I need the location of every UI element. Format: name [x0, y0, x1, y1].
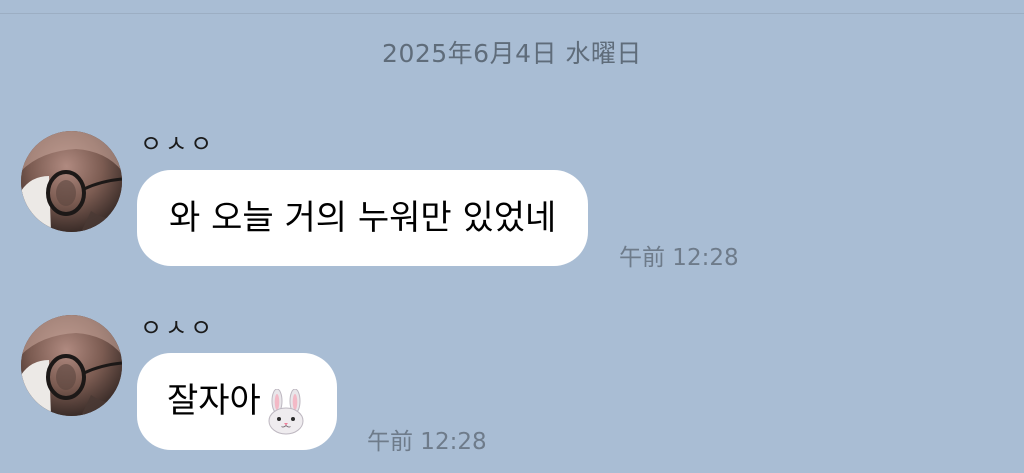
message-text: 와 오늘 거의 누워만 있었네	[169, 198, 557, 238]
top-divider	[0, 0, 1024, 14]
sender-avatar[interactable]	[21, 131, 122, 232]
message-timestamp: 午前 12:28	[619, 245, 739, 271]
sender-avatar[interactable]	[21, 315, 122, 416]
avatar-photo-icon	[21, 315, 122, 416]
avatar-photo-icon	[21, 131, 122, 232]
sender-name: ㅇㅅㅇ	[140, 314, 216, 342]
message-bubble[interactable]: 잘자아	[137, 353, 337, 450]
message-text: 잘자아	[167, 381, 261, 421]
message-bubble[interactable]: 와 오늘 거의 누워만 있었네	[137, 170, 589, 266]
message-timestamp: 午前 12:28	[367, 429, 487, 455]
rabbit-face-icon	[265, 376, 307, 434]
sender-name: ㅇㅅㅇ	[140, 130, 216, 158]
date-separator: 2025年6月4日 水曜日	[382, 39, 642, 68]
